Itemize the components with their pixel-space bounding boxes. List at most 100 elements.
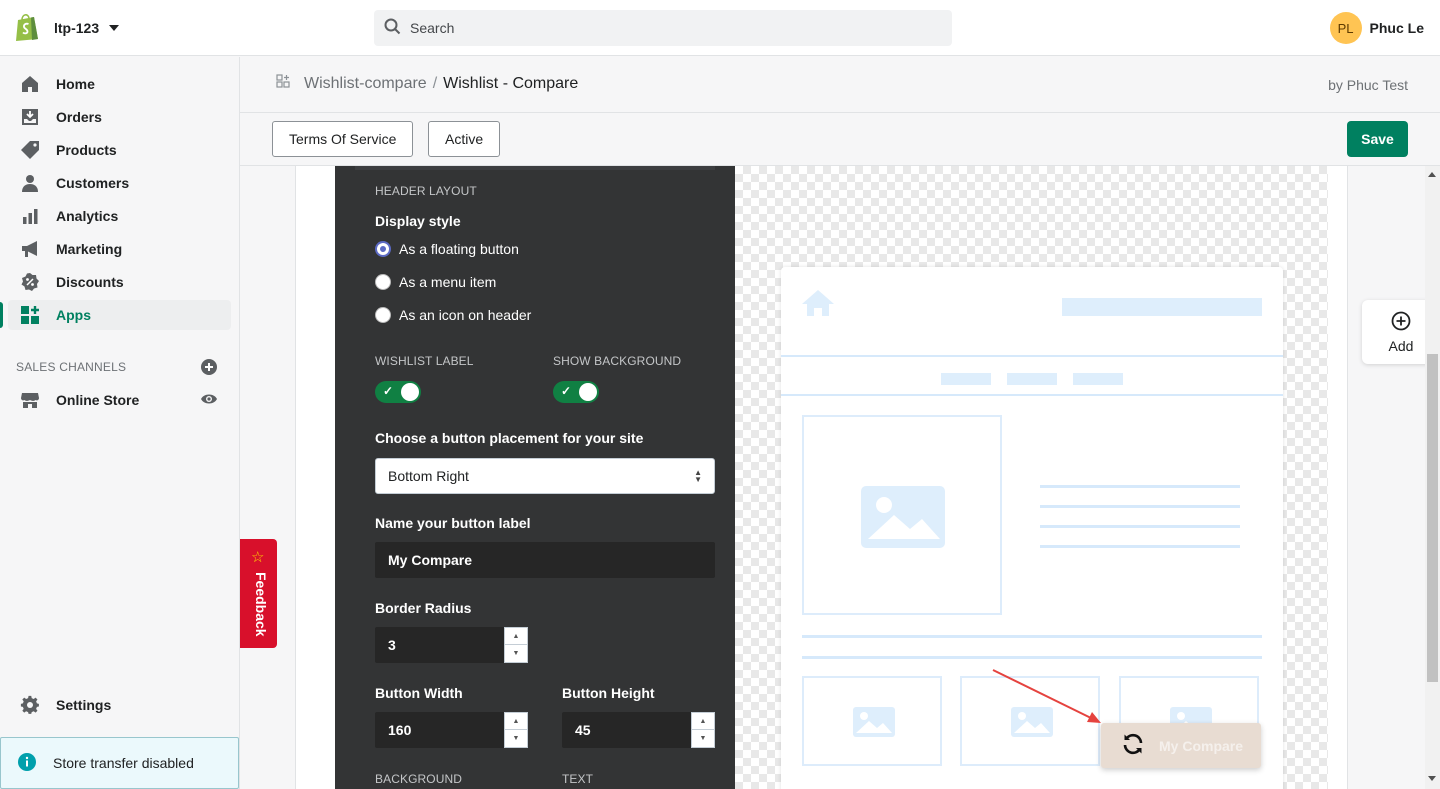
- top-bar: ltp-123 PL Phuc Le: [0, 0, 1440, 56]
- bar-chart-icon: [20, 206, 40, 226]
- search-input[interactable]: [410, 20, 930, 36]
- sidebar-item-products[interactable]: Products: [8, 135, 231, 165]
- radio-icon-on-header[interactable]: As an icon on header: [375, 307, 531, 323]
- terms-of-service-button[interactable]: Terms Of Service: [272, 121, 414, 157]
- scroll-down-arrow-icon[interactable]: [1428, 776, 1436, 781]
- sidebar-item-label: Customers: [56, 175, 130, 191]
- sidebar-item-online-store[interactable]: Online Store: [8, 385, 231, 415]
- select-arrows-icon: ▲ ▼: [694, 468, 702, 484]
- button-width-value: 160: [388, 722, 412, 738]
- placement-select[interactable]: Bottom Right ▲ ▼: [375, 458, 715, 494]
- scroll-up-arrow-icon[interactable]: [1428, 172, 1436, 177]
- feedback-tab[interactable]: ☆ Feedback: [240, 539, 277, 648]
- sidebar-item-settings[interactable]: Settings: [8, 690, 231, 720]
- number-stepper[interactable]: ▲ ▼: [504, 712, 528, 748]
- background-title: BACKGROUND: [375, 772, 463, 786]
- breadcrumb-parent-link[interactable]: Wishlist-compare: [304, 75, 427, 93]
- stepper-up-icon[interactable]: ▲: [505, 713, 527, 730]
- stepper-up-icon[interactable]: ▲: [505, 628, 527, 645]
- store-name: ltp-123: [54, 20, 100, 36]
- radio-label: As a menu item: [399, 274, 497, 290]
- add-circle-icon[interactable]: [200, 358, 218, 379]
- page-title: Wishlist - Compare: [443, 74, 579, 92]
- user-menu[interactable]: PL Phuc Le: [1329, 12, 1424, 44]
- radio-menu-item[interactable]: As a menu item: [375, 274, 496, 290]
- sidebar: Home Orders Products Customers Analytics…: [0, 57, 240, 789]
- main-content: HEADER LAYOUT Display style As a floatin…: [240, 166, 1425, 789]
- radio-label: As an icon on header: [399, 307, 532, 323]
- sidebar-item-apps[interactable]: Apps: [0, 300, 231, 330]
- sidebar-item-discounts[interactable]: Discounts: [8, 267, 231, 297]
- orders-icon: [20, 107, 40, 127]
- button-height-input[interactable]: 45 ▲ ▼: [562, 712, 715, 748]
- app-icon: [276, 74, 290, 93]
- radio-circle[interactable]: [375, 307, 391, 323]
- developer-byline: by Phuc Test: [1328, 77, 1408, 93]
- stepper-down-icon[interactable]: ▼: [505, 730, 527, 747]
- home-icon: [20, 74, 40, 94]
- avatar: PL: [1329, 12, 1362, 44]
- page-header: Wishlist-compare / Wishlist - Compare by…: [240, 57, 1440, 113]
- show-background-title: SHOW BACKGROUND: [553, 354, 682, 368]
- active-button[interactable]: Active: [428, 121, 501, 157]
- store-transfer-label: Store transfer disabled: [53, 755, 194, 771]
- store-switcher[interactable]: ltp-123: [14, 12, 120, 44]
- placement-title: Choose a button placement for your site: [375, 430, 644, 446]
- stepper-down-icon[interactable]: ▼: [692, 730, 714, 747]
- sidebar-item-orders[interactable]: Orders: [8, 102, 231, 132]
- radio-circle[interactable]: [375, 274, 391, 290]
- online-store-label: Online Store: [56, 392, 140, 408]
- person-icon: [20, 173, 40, 193]
- sidebar-item-label: Home: [56, 76, 95, 92]
- action-bar: Terms Of Service Active Save: [240, 113, 1440, 166]
- annotation-arrow: [992, 669, 1101, 723]
- radio-circle[interactable]: [375, 241, 391, 257]
- discount-icon: [20, 272, 40, 292]
- save-button[interactable]: Save: [1347, 121, 1408, 157]
- live-preview: My Compare: [735, 166, 1328, 789]
- store-icon: [20, 390, 40, 410]
- radio-floating-button[interactable]: As a floating button: [375, 241, 519, 257]
- add-label: Add: [1388, 337, 1414, 354]
- feedback-label: Feedback: [253, 572, 269, 637]
- settings-panel: HEADER LAYOUT Display style As a floatin…: [335, 166, 735, 789]
- stepper-up-icon[interactable]: ▲: [692, 713, 714, 730]
- tag-icon: [20, 140, 40, 160]
- radio-label: As a floating button: [399, 241, 519, 257]
- search-bar[interactable]: [374, 10, 952, 46]
- border-radius-value: 3: [388, 637, 396, 653]
- scrollbar[interactable]: [1425, 166, 1440, 789]
- button-label-title: Name your button label: [375, 515, 531, 531]
- sidebar-item-home[interactable]: Home: [8, 69, 231, 99]
- toggle-knob: [579, 383, 597, 401]
- button-width-input[interactable]: 160 ▲ ▼: [375, 712, 528, 748]
- sidebar-item-analytics[interactable]: Analytics: [8, 201, 231, 231]
- apps-icon: [20, 305, 40, 325]
- scroll-thumb[interactable]: [1427, 354, 1438, 682]
- eye-icon[interactable]: [200, 390, 218, 411]
- wishlist-label-title: WISHLIST LABEL: [375, 354, 474, 368]
- info-icon: [17, 752, 37, 775]
- stepper-down-icon[interactable]: ▼: [505, 645, 527, 662]
- display-style-title: Display style: [375, 213, 461, 229]
- star-icon: ☆: [251, 549, 265, 566]
- wishlist-label-toggle[interactable]: ✓: [375, 381, 421, 403]
- add-circle-icon: [1391, 311, 1411, 334]
- sidebar-item-label: Discounts: [56, 274, 124, 290]
- number-stepper[interactable]: ▲ ▼: [691, 712, 715, 748]
- number-stepper[interactable]: ▲ ▼: [504, 627, 528, 663]
- check-icon: ✓: [383, 384, 394, 398]
- gear-icon: [20, 695, 40, 715]
- store-transfer-banner[interactable]: Store transfer disabled: [0, 737, 239, 789]
- sidebar-item-customers[interactable]: Customers: [8, 168, 231, 198]
- show-background-toggle[interactable]: ✓: [553, 381, 599, 403]
- header-layout-label: HEADER LAYOUT: [375, 184, 477, 198]
- button-label-input[interactable]: My Compare: [375, 542, 715, 578]
- sidebar-item-label: Analytics: [56, 208, 119, 224]
- sidebar-item-marketing[interactable]: Marketing: [8, 234, 231, 264]
- button-width-title: Button Width: [375, 685, 463, 701]
- sidebar-item-label: Marketing: [56, 241, 123, 257]
- sales-channels-title: SALES CHANNELS: [16, 360, 127, 374]
- border-radius-input[interactable]: 3 ▲ ▼: [375, 627, 528, 663]
- text-title: TEXT: [562, 772, 594, 786]
